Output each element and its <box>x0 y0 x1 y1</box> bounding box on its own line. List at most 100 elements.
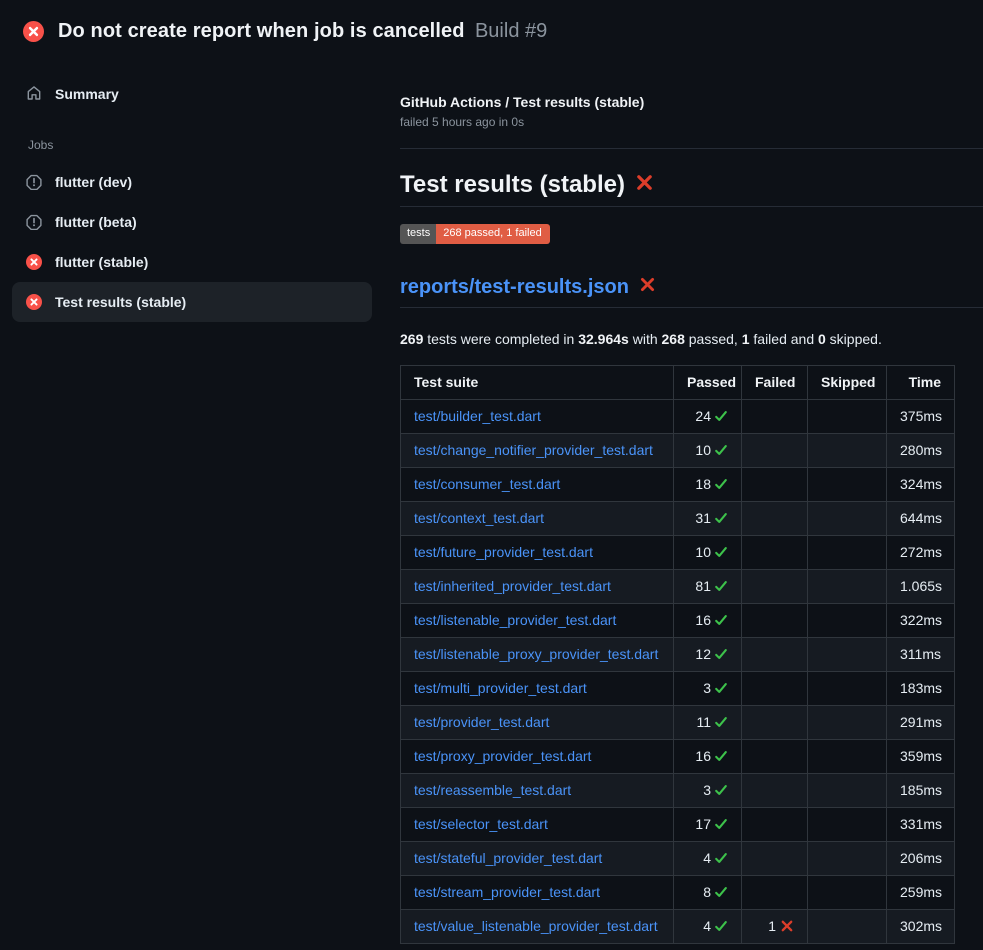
test-suite-link[interactable]: test/stateful_provider_test.dart <box>414 850 602 866</box>
check-mark-icon <box>714 681 728 695</box>
test-suite-link[interactable]: test/multi_provider_test.dart <box>414 680 587 696</box>
summary-duration: 32.964s <box>578 331 629 347</box>
stop-icon <box>26 214 42 230</box>
test-suite-link[interactable]: test/listenable_provider_test.dart <box>414 612 616 628</box>
table-row: test/provider_test.dart11 291ms <box>401 706 955 740</box>
sidebar-job-item[interactable]: flutter (stable) <box>12 242 372 282</box>
cell-test-suite: test/proxy_provider_test.dart <box>401 740 674 774</box>
check-mark-icon <box>714 409 728 423</box>
check-mark-icon <box>714 851 728 865</box>
cell-skipped <box>808 400 887 434</box>
cell-test-suite: test/context_test.dart <box>401 502 674 536</box>
cell-failed: 1 <box>742 910 808 944</box>
sidebar-job-label: flutter (stable) <box>55 254 148 270</box>
check-mark-icon <box>714 477 728 491</box>
test-suite-link[interactable]: test/stream_provider_test.dart <box>414 884 600 900</box>
cell-test-suite: test/stateful_provider_test.dart <box>401 842 674 876</box>
summary-line: 269 tests were completed in 32.964s with… <box>400 329 983 349</box>
sidebar-job-item[interactable]: flutter (beta) <box>12 202 372 242</box>
section-title-text: Test results (stable) <box>400 171 625 199</box>
table-row: test/stateful_provider_test.dart4 206ms <box>401 842 955 876</box>
cell-time: 322ms <box>887 604 955 638</box>
summary-passed: 268 <box>662 331 685 347</box>
check-mark-icon <box>714 647 728 661</box>
cell-skipped <box>808 536 887 570</box>
cell-test-suite: test/inherited_provider_test.dart <box>401 570 674 604</box>
cell-passed: 10 <box>674 434 742 468</box>
report-title: reports/test-results.json <box>400 275 983 308</box>
test-suite-link[interactable]: test/provider_test.dart <box>414 714 549 730</box>
cell-test-suite: test/multi_provider_test.dart <box>401 672 674 706</box>
cell-failed <box>742 468 808 502</box>
test-suite-link[interactable]: test/builder_test.dart <box>414 408 541 424</box>
test-suite-link[interactable]: test/inherited_provider_test.dart <box>414 578 611 594</box>
cell-time: 1.065s <box>887 570 955 604</box>
test-suite-link[interactable]: test/value_listenable_provider_test.dart <box>414 918 658 934</box>
col-header-test-suite: Test suite <box>401 366 674 400</box>
col-header-failed: Failed <box>742 366 808 400</box>
cell-passed: 16 <box>674 604 742 638</box>
cell-time: 324ms <box>887 468 955 502</box>
sidebar-item-summary[interactable]: Summary <box>12 76 372 112</box>
sidebar-job-item[interactable]: Test results (stable) <box>12 282 372 322</box>
test-suite-link[interactable]: test/reassemble_test.dart <box>414 782 571 798</box>
cross-mark-icon <box>639 275 656 299</box>
cell-test-suite: test/consumer_test.dart <box>401 468 674 502</box>
check-mark-icon <box>714 511 728 525</box>
sidebar-job-item[interactable]: flutter (dev) <box>12 162 372 202</box>
test-results-table: Test suite Passed Failed Skipped Time te… <box>400 365 955 944</box>
test-suite-link[interactable]: test/listenable_proxy_provider_test.dart <box>414 646 658 662</box>
cell-test-suite: test/builder_test.dart <box>401 400 674 434</box>
col-header-skipped: Skipped <box>808 366 887 400</box>
check-mark-icon <box>714 715 728 729</box>
cell-skipped <box>808 468 887 502</box>
check-mark-icon <box>714 885 728 899</box>
test-suite-link[interactable]: test/context_test.dart <box>414 510 544 526</box>
test-suite-link[interactable]: test/change_notifier_provider_test.dart <box>414 442 653 458</box>
section-title: Test results (stable) <box>400 171 983 207</box>
test-suite-link[interactable]: test/future_provider_test.dart <box>414 544 593 560</box>
cell-passed: 24 <box>674 400 742 434</box>
table-row: test/change_notifier_provider_test.dart 1… <box>401 434 955 468</box>
stop-icon <box>26 174 42 190</box>
cell-test-suite: test/provider_test.dart <box>401 706 674 740</box>
cell-test-suite: test/future_provider_test.dart <box>401 536 674 570</box>
badge-label: tests <box>400 224 436 244</box>
cell-time: 259ms <box>887 876 955 910</box>
badge-value: 268 passed, 1 failed <box>436 224 549 244</box>
table-row: test/future_provider_test.dart10 272ms <box>401 536 955 570</box>
cell-passed: 81 <box>674 570 742 604</box>
cell-skipped <box>808 570 887 604</box>
cell-skipped <box>808 638 887 672</box>
cell-time: 272ms <box>887 536 955 570</box>
check-mark-icon <box>714 613 728 627</box>
test-suite-link[interactable]: test/consumer_test.dart <box>414 476 560 492</box>
check-mark-icon <box>714 443 728 457</box>
table-row: test/inherited_provider_test.dart 81 1.06… <box>401 570 955 604</box>
check-mark-icon <box>714 545 728 559</box>
cell-time: 280ms <box>887 434 955 468</box>
jobs-section-label: Jobs <box>28 138 384 152</box>
cross-mark-icon <box>635 171 654 199</box>
cell-failed <box>742 740 808 774</box>
col-header-time: Time <box>887 366 955 400</box>
summary-skipped: 0 <box>818 331 826 347</box>
check-mark-icon <box>714 749 728 763</box>
cell-test-suite: test/listenable_proxy_provider_test.dart <box>401 638 674 672</box>
report-link[interactable]: reports/test-results.json <box>400 275 629 299</box>
cell-skipped <box>808 876 887 910</box>
test-suite-link[interactable]: test/proxy_provider_test.dart <box>414 748 591 764</box>
cell-skipped <box>808 842 887 876</box>
test-suite-link[interactable]: test/selector_test.dart <box>414 816 548 832</box>
cell-failed <box>742 706 808 740</box>
cell-failed <box>742 638 808 672</box>
cell-skipped <box>808 434 887 468</box>
jobs-list: flutter (dev) flutter (beta) flutter (st… <box>0 162 384 322</box>
tests-status-badge: tests 268 passed, 1 failed <box>400 224 550 244</box>
table-row: test/selector_test.dart17 331ms <box>401 808 955 842</box>
check-mark-icon <box>714 817 728 831</box>
cell-test-suite: test/selector_test.dart <box>401 808 674 842</box>
cell-passed: 17 <box>674 808 742 842</box>
cell-failed <box>742 502 808 536</box>
check-mark-icon <box>714 579 728 593</box>
